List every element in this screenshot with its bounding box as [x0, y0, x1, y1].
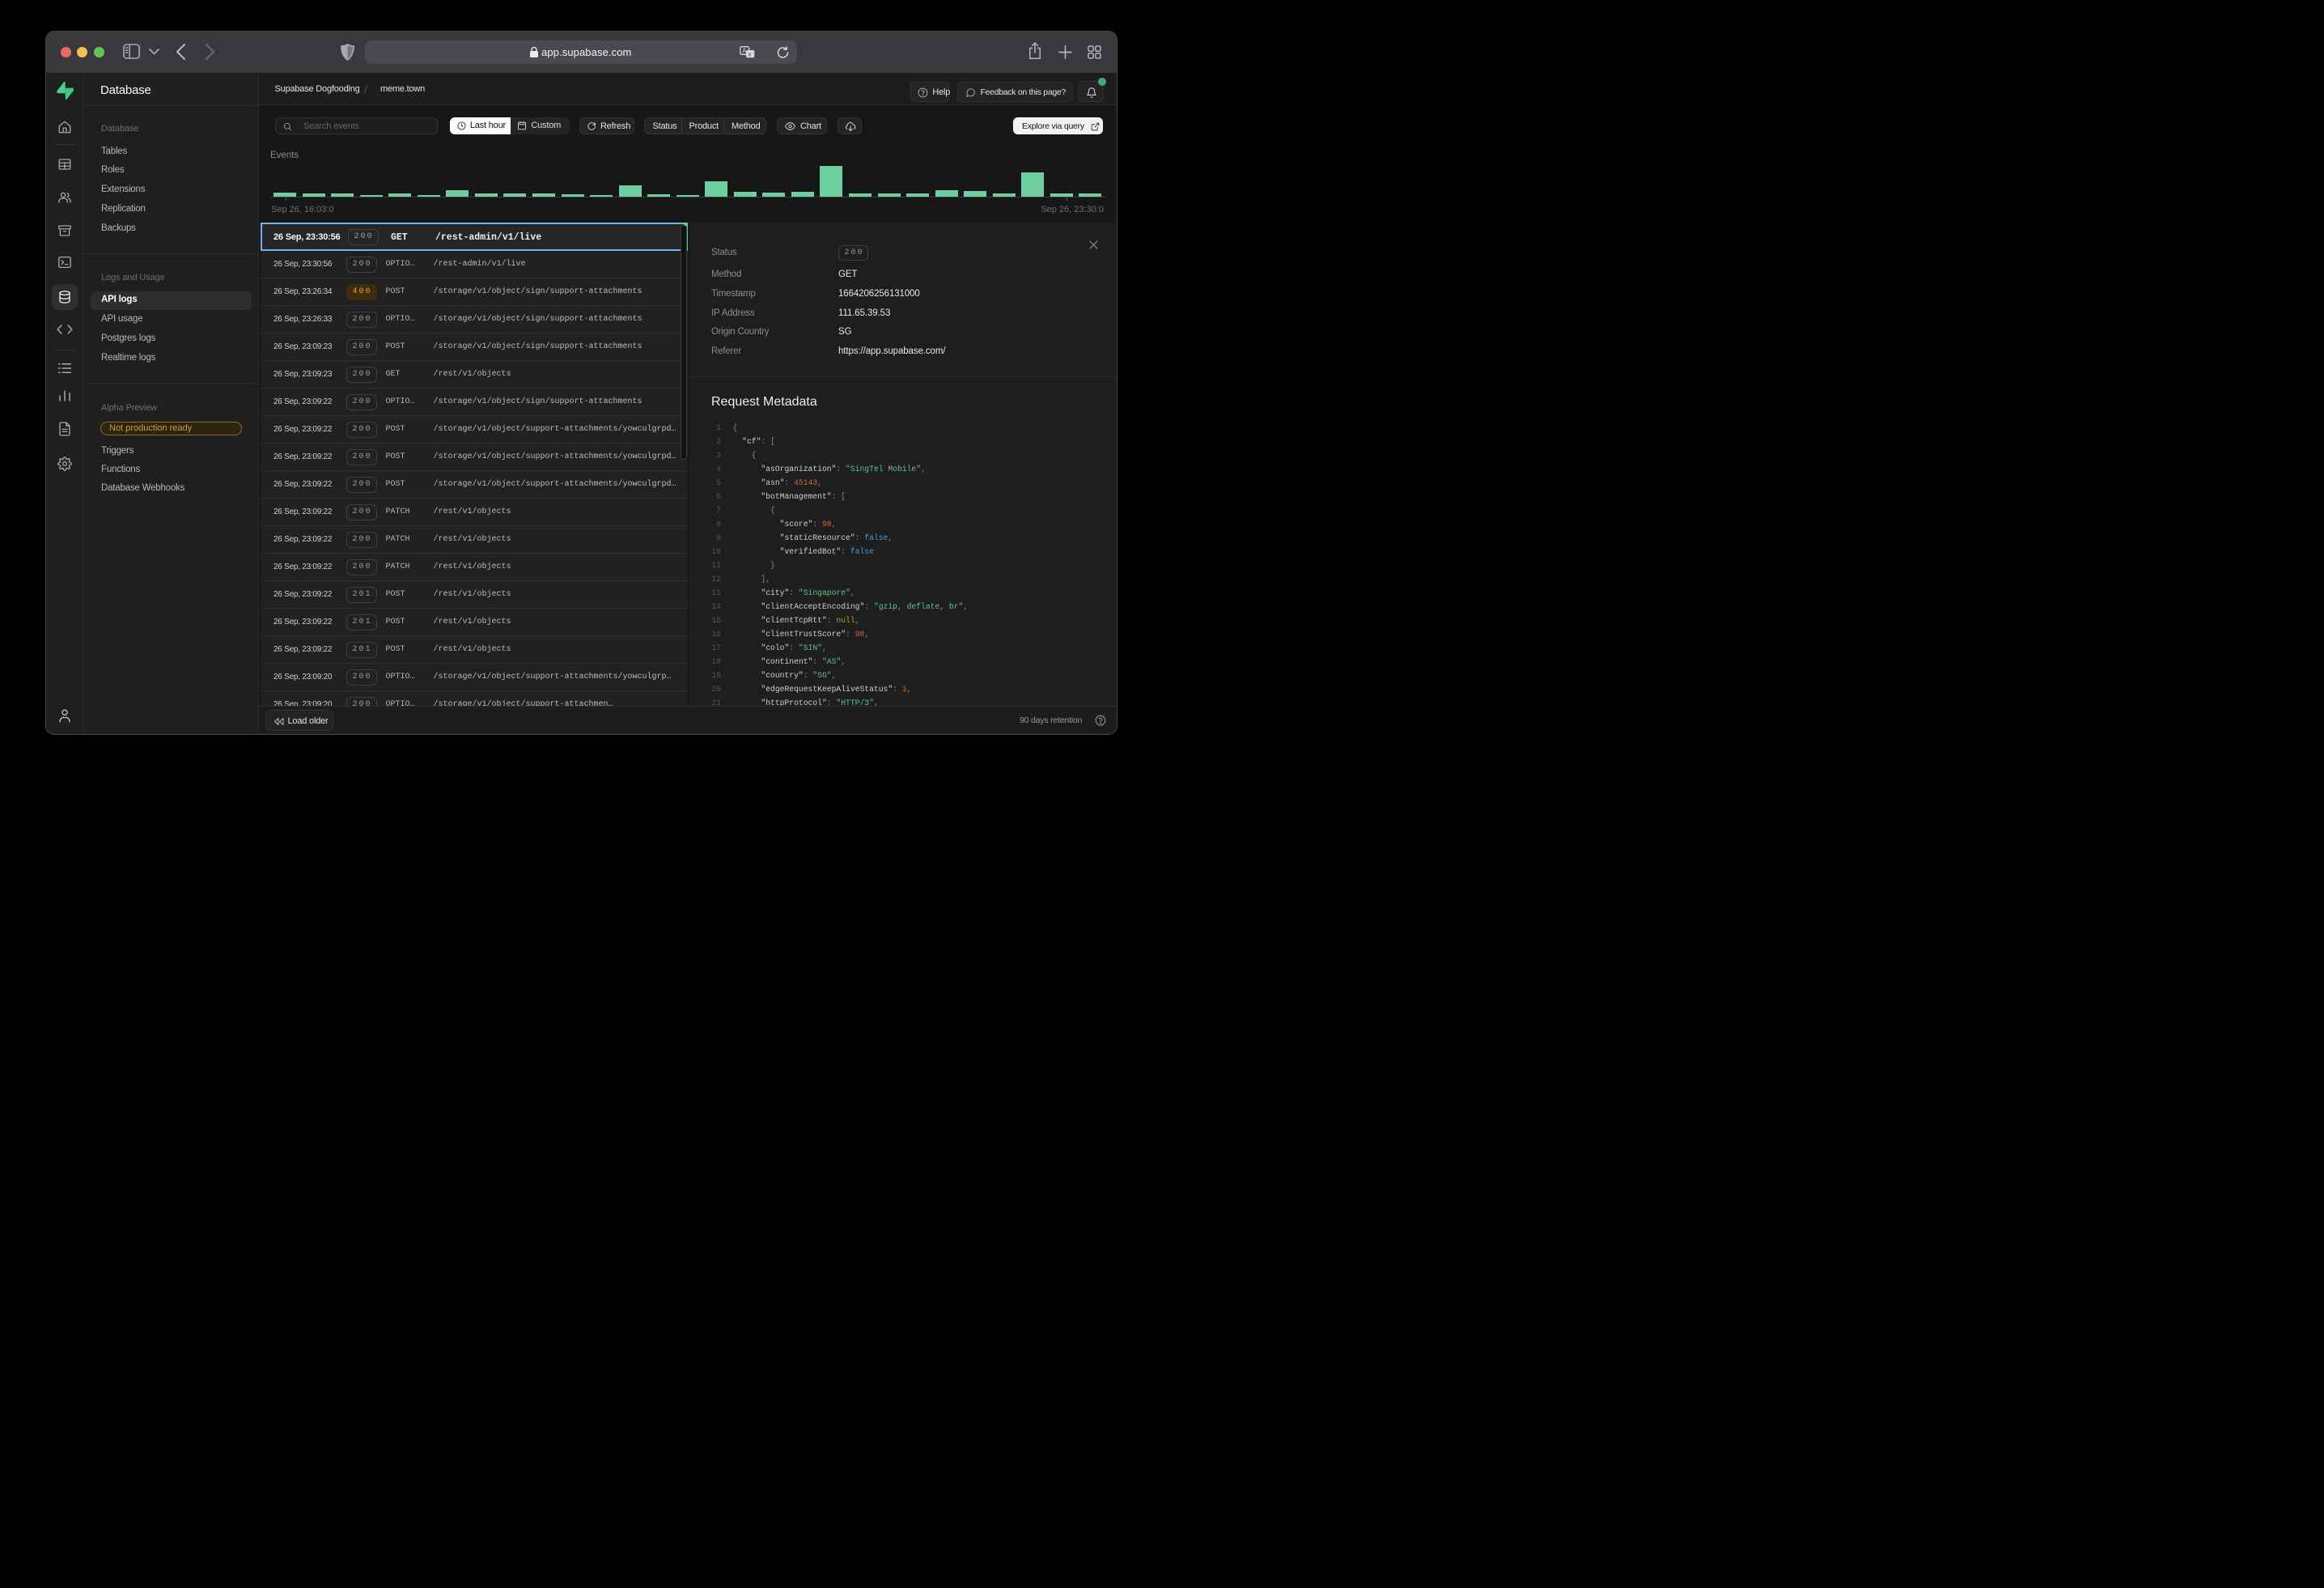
svg-text:x: x: [749, 51, 752, 58]
